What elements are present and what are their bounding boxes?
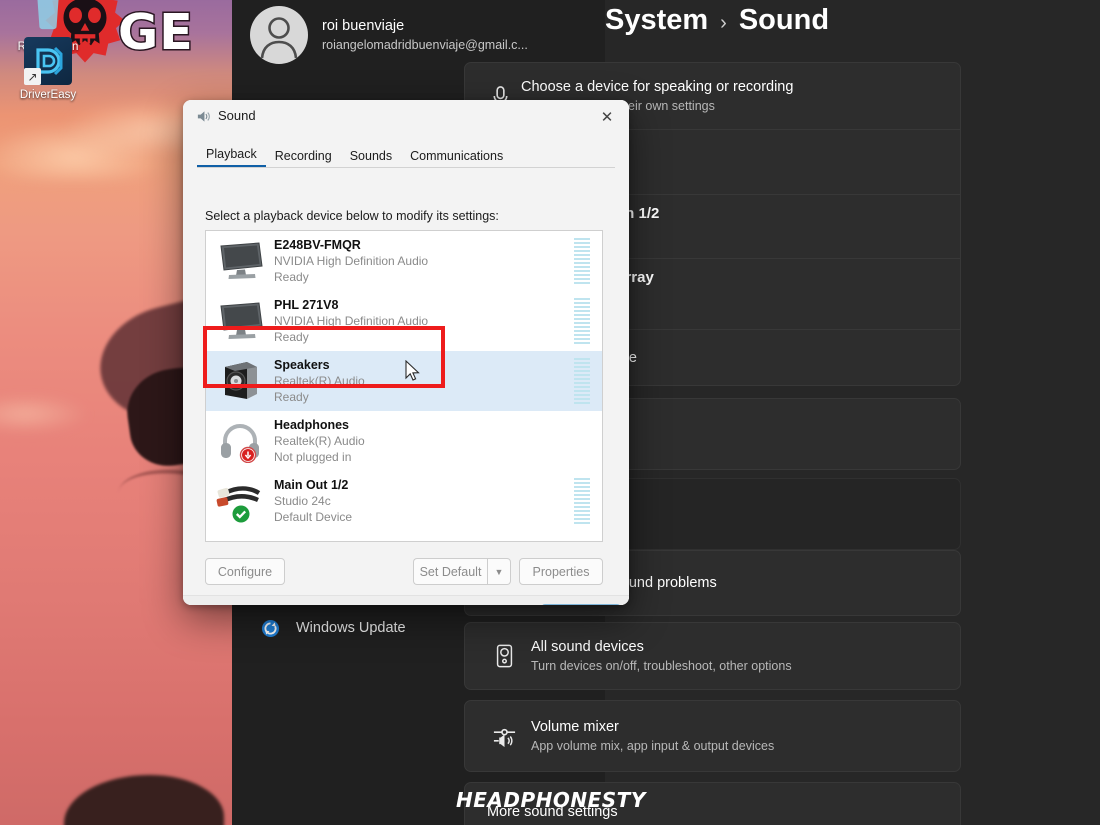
dialog-titlebar[interactable]: Sound ✕ (183, 100, 629, 133)
properties-button[interactable]: Properties (519, 558, 603, 585)
mouse-cursor (405, 360, 420, 381)
device-driver: NVIDIA High Definition Audio (274, 314, 429, 328)
device-status: Ready (274, 330, 309, 344)
watermark: HEADPHONESTY (456, 788, 646, 812)
screen: GE Recycle Bin ↗ DriverEasy (0, 0, 1100, 825)
device-name: Main Out 1/2 (274, 478, 349, 492)
rca-cable-icon (212, 475, 270, 527)
device-driver: Realtek(R) Audio (274, 434, 365, 448)
device-text: PHL 271V8 NVIDIA High Definition Audio R… (270, 297, 574, 345)
wallpaper-cloud (0, 395, 90, 433)
recycle-bin-icon (37, 0, 59, 30)
avatar (250, 6, 308, 64)
all-sound-devices-card[interactable]: All sound devices Turn devices on/off, t… (464, 622, 961, 690)
configure-button[interactable]: Configure (205, 558, 285, 585)
tab-playback[interactable]: Playback (197, 145, 266, 167)
card-subtitle: App volume mix, app input & output devic… (531, 739, 775, 753)
drivereasy-icon: ↗ (24, 37, 72, 85)
breadcrumb-current: Sound (738, 4, 830, 36)
desktop-icon-label: DriverEasy (19, 89, 77, 101)
ok-button[interactable]: OK (541, 604, 621, 605)
dialog-tabstrip: Playback Recording Sounds Communications (197, 144, 615, 168)
dialog-action-buttons: Configure Set Default ▼ Properties (205, 558, 603, 586)
monitor-icon (212, 295, 270, 347)
tab-communications[interactable]: Communications (401, 147, 512, 167)
input-section-title: Choose a device for speaking or recordin… (521, 79, 794, 95)
chevron-down-icon[interactable]: ▼ (487, 558, 511, 585)
device-status: Ready (274, 270, 309, 284)
shortcut-arrow-icon: ↗ (24, 68, 41, 85)
card-subtitle: Turn devices on/off, troubleshoot, other… (531, 659, 792, 673)
card-title: All sound devices (531, 639, 644, 655)
set-default-button[interactable]: Set Default (413, 558, 487, 585)
tab-recording[interactable]: Recording (266, 147, 341, 167)
device-text: Headphones Realtek(R) Audio Not plugged … (270, 417, 574, 465)
volume-meter (574, 298, 590, 344)
device-driver: Realtek(R) Audio (274, 374, 365, 388)
speaker-box-icon (487, 644, 521, 668)
dialog-footer: OK Cancel Apply (183, 595, 629, 605)
desktop-icon-drivereasy[interactable]: ↗ DriverEasy (6, 37, 90, 102)
account-name: roi buenviaje (322, 18, 405, 34)
wallpaper-character-chin (64, 775, 224, 825)
card-title: Volume mixer (531, 719, 619, 735)
sidebar-item-label: Windows Update (296, 620, 406, 636)
device-driver: Studio 24c (274, 494, 331, 508)
volume-meter (574, 478, 590, 524)
playback-device-row-speakers[interactable]: Speakers Realtek(R) Audio Ready (206, 351, 602, 411)
sound-control-panel-dialog: Sound ✕ Playback Recording Sounds Commun… (183, 100, 629, 605)
account-block[interactable]: roi buenviaje roiangelomadridbuenviaje@g… (250, 6, 528, 64)
volume-meter (574, 238, 590, 284)
gears-wordmark: GE (117, 3, 195, 63)
playback-device-row[interactable]: Headphones Realtek(R) Audio Not plugged … (206, 411, 602, 471)
mixer-icon (487, 725, 521, 747)
dialog-title: Sound (218, 108, 256, 123)
volume-meter (574, 358, 590, 404)
device-name: Speakers (274, 358, 330, 372)
playback-device-list[interactable]: E248BV-FMQR NVIDIA High Definition Audio… (205, 230, 603, 542)
breadcrumb-separator: › (720, 12, 727, 34)
volume-mixer-card[interactable]: Volume mixer App volume mix, app input &… (464, 700, 961, 772)
device-text: Main Out 1/2 Studio 24c Default Device (270, 477, 574, 525)
speaker-box-icon (212, 355, 270, 407)
playback-device-row[interactable]: E248BV-FMQR NVIDIA High Definition Audio… (206, 231, 602, 291)
device-name: E248BV-FMQR (274, 238, 361, 252)
person-icon (260, 17, 298, 59)
device-status: Ready (274, 390, 309, 404)
device-text: E248BV-FMQR NVIDIA High Definition Audio… (270, 237, 574, 285)
volume-meter-empty (574, 418, 590, 464)
playback-list-hint: Select a playback device below to modify… (205, 209, 499, 223)
account-email: roiangelomadridbuenviaje@gmail.c... (322, 38, 528, 52)
tab-sounds[interactable]: Sounds (341, 147, 401, 167)
close-icon[interactable]: ✕ (585, 100, 629, 133)
speaker-icon (197, 111, 210, 122)
headphones-icon (212, 415, 270, 467)
breadcrumb-parent[interactable]: System (605, 4, 708, 37)
breadcrumb: System › Sound (605, 4, 829, 37)
device-status: Not plugged in (274, 450, 352, 464)
device-status: Default Device (274, 510, 353, 524)
monitor-icon (212, 235, 270, 287)
device-name: Headphones (274, 418, 350, 432)
device-driver: NVIDIA High Definition Audio (274, 254, 429, 268)
device-name: PHL 271V8 (274, 298, 339, 312)
device-text: Speakers Realtek(R) Audio Ready (270, 357, 574, 405)
windows-update-icon (260, 618, 280, 638)
playback-device-row[interactable]: PHL 271V8 NVIDIA High Definition Audio R… (206, 291, 602, 351)
playback-device-row[interactable]: Main Out 1/2 Studio 24c Default Device (206, 471, 602, 531)
